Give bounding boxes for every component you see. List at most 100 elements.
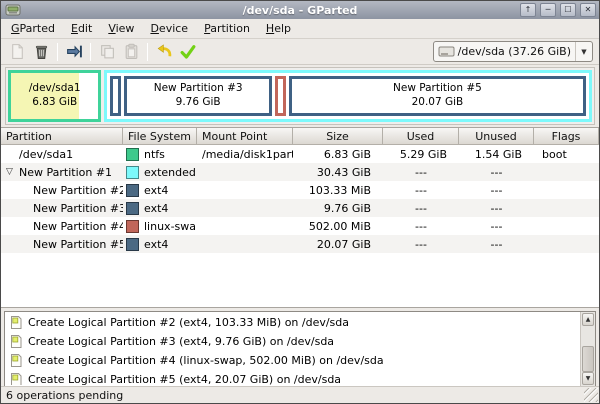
table-row[interactable]: New Partition #3ext49.76 GiB------ [1,199,599,217]
menu-item-edit[interactable]: Edit [63,20,100,37]
table-row[interactable]: New Partition #5ext420.07 GiB------ [1,235,599,253]
used-cell: --- [383,199,459,217]
partition-name-cell: New Partition #3 [1,199,123,217]
size-cell: 20.07 GiB [293,235,383,253]
table-row[interactable]: New Partition #2ext4103.33 MiB------ [1,181,599,199]
partition-size: 20.07 GiB [412,96,464,110]
column-header-partition[interactable]: Partition [1,128,123,145]
menu-item-view[interactable]: View [100,20,142,37]
operation-item[interactable]: Create Logical Partition #3 (ext4, 9.76 … [6,332,579,351]
menu-item-gparted[interactable]: GParted [3,20,63,37]
partition-table: PartitionFile SystemMount PointSizeUsedU… [1,127,599,308]
toolbar: /dev/sda (37.26 GiB) ▼ [1,39,599,65]
device-selector[interactable]: /dev/sda (37.26 GiB) ▼ [433,41,593,62]
visual-partition-extended[interactable]: New Partition #3 9.76 GiB New Partition … [104,70,592,122]
status-bar: 6 operations pending [1,386,599,403]
used-cell: --- [383,217,459,235]
column-header-unused[interactable]: Unused [459,128,534,145]
filesystem-color-swatch [126,148,139,161]
close-button[interactable]: ✕ [580,3,596,17]
mount-point-cell [197,235,293,253]
partition-name-cell: ▽New Partition #1 [1,163,123,181]
partition-name: /dev/sda1 [29,82,81,96]
filesystem-cell: ntfs [123,145,197,163]
unused-cell: --- [459,217,534,235]
unused-cell: --- [459,199,534,217]
device-label: /dev/sda (37.26 GiB) [458,45,571,58]
visual-partition-np5[interactable]: New Partition #5 20.07 GiB [289,76,586,116]
menu-bar: GPartedEditViewDevicePartitionHelp [1,19,599,39]
flags-cell [534,181,599,199]
menu-item-help[interactable]: Help [258,20,299,37]
paste-icon [123,43,140,60]
used-cell: 5.29 GiB [383,145,459,163]
filesystem-cell: extended [123,163,197,181]
table-row[interactable]: /dev/sda1ntfs/media/disk1part16.83 GiB5.… [1,145,599,163]
paste-button [119,41,143,63]
mount-point-cell [197,199,293,217]
operation-icon [9,372,23,385]
partition-name-cell: New Partition #5 [1,235,123,253]
menu-item-device[interactable]: Device [142,20,196,37]
filesystem-color-swatch [126,220,139,233]
toolbar-separator [90,43,91,61]
table-row[interactable]: ▽New Partition #1extended30.43 GiB------ [1,163,599,181]
mount-point-cell [197,181,293,199]
apply-button[interactable] [176,41,200,63]
operation-item[interactable]: Create Logical Partition #5 (ext4, 20.07… [6,370,579,385]
operation-icon [9,315,23,330]
filesystem-color-swatch [126,238,139,251]
filesystem-cell: linux-swap [123,217,197,235]
column-header-file-system[interactable]: File System [123,128,197,145]
scrollbar-thumb[interactable] [582,346,594,372]
chevron-down-icon[interactable]: ▼ [575,42,588,61]
visual-partition-np4[interactable] [275,76,286,116]
resize-grip[interactable] [584,388,598,402]
table-row[interactable]: New Partition #4linux-swap502.00 MiB----… [1,217,599,235]
copy-icon [99,43,116,60]
column-header-used[interactable]: Used [383,128,459,145]
used-cell: --- [383,163,459,181]
filesystem-color-swatch [126,184,139,197]
unused-cell: --- [459,163,534,181]
column-header-flags[interactable]: Flags [534,128,599,145]
visual-partition-np2[interactable] [110,76,121,116]
partition-name-cell: New Partition #2 [1,181,123,199]
operation-icon [9,334,23,349]
apply-icon [179,43,197,60]
column-header-size[interactable]: Size [293,128,383,145]
flags-cell [534,163,599,181]
size-cell: 30.43 GiB [293,163,383,181]
used-cell: --- [383,235,459,253]
minimize-button[interactable]: ─ [540,3,556,17]
maximize-button[interactable]: ☐ [560,3,576,17]
size-cell: 9.76 GiB [293,199,383,217]
partition-name-cell: /dev/sda1 [1,145,123,163]
menu-item-partition[interactable]: Partition [196,20,258,37]
operation-item[interactable]: Create Logical Partition #2 (ext4, 103.3… [6,313,579,332]
expander-triangle-icon[interactable]: ▽ [6,167,13,177]
flags-cell [534,235,599,253]
scrollbar[interactable]: ▲ ▼ [580,312,595,386]
visual-partition-sda1[interactable]: /dev/sda1 6.83 GiB [8,70,101,122]
copy-button [95,41,119,63]
operations-panel: Create Logical Partition #2 (ext4, 103.3… [4,311,596,387]
visual-partition-np3[interactable]: New Partition #3 9.76 GiB [124,76,271,116]
unused-cell: 1.54 GiB [459,145,534,163]
scroll-up-icon[interactable]: ▲ [582,313,594,326]
gparted-window: /dev/sda - GParted ↑ ─ ☐ ✕ GPartedEditVi… [0,0,600,404]
resize-move-button[interactable] [62,41,86,63]
column-header-mount-point[interactable]: Mount Point [197,128,293,145]
partition-name-cell: New Partition #4 [1,217,123,235]
title-bar[interactable]: /dev/sda - GParted ↑ ─ ☐ ✕ [1,1,599,19]
filesystem-cell: ext4 [123,235,197,253]
delete-partition-button[interactable] [29,41,53,63]
window-title: /dev/sda - GParted [1,4,599,17]
partition-name: New Partition #5 [393,82,482,96]
operation-item[interactable]: Create Logical Partition #4 (linux-swap,… [6,351,579,370]
partition-size: 6.83 GiB [32,96,77,110]
undo-button[interactable] [152,41,176,63]
scroll-down-icon[interactable]: ▼ [582,372,594,385]
shade-button[interactable]: ↑ [520,3,536,17]
size-cell: 103.33 MiB [293,181,383,199]
